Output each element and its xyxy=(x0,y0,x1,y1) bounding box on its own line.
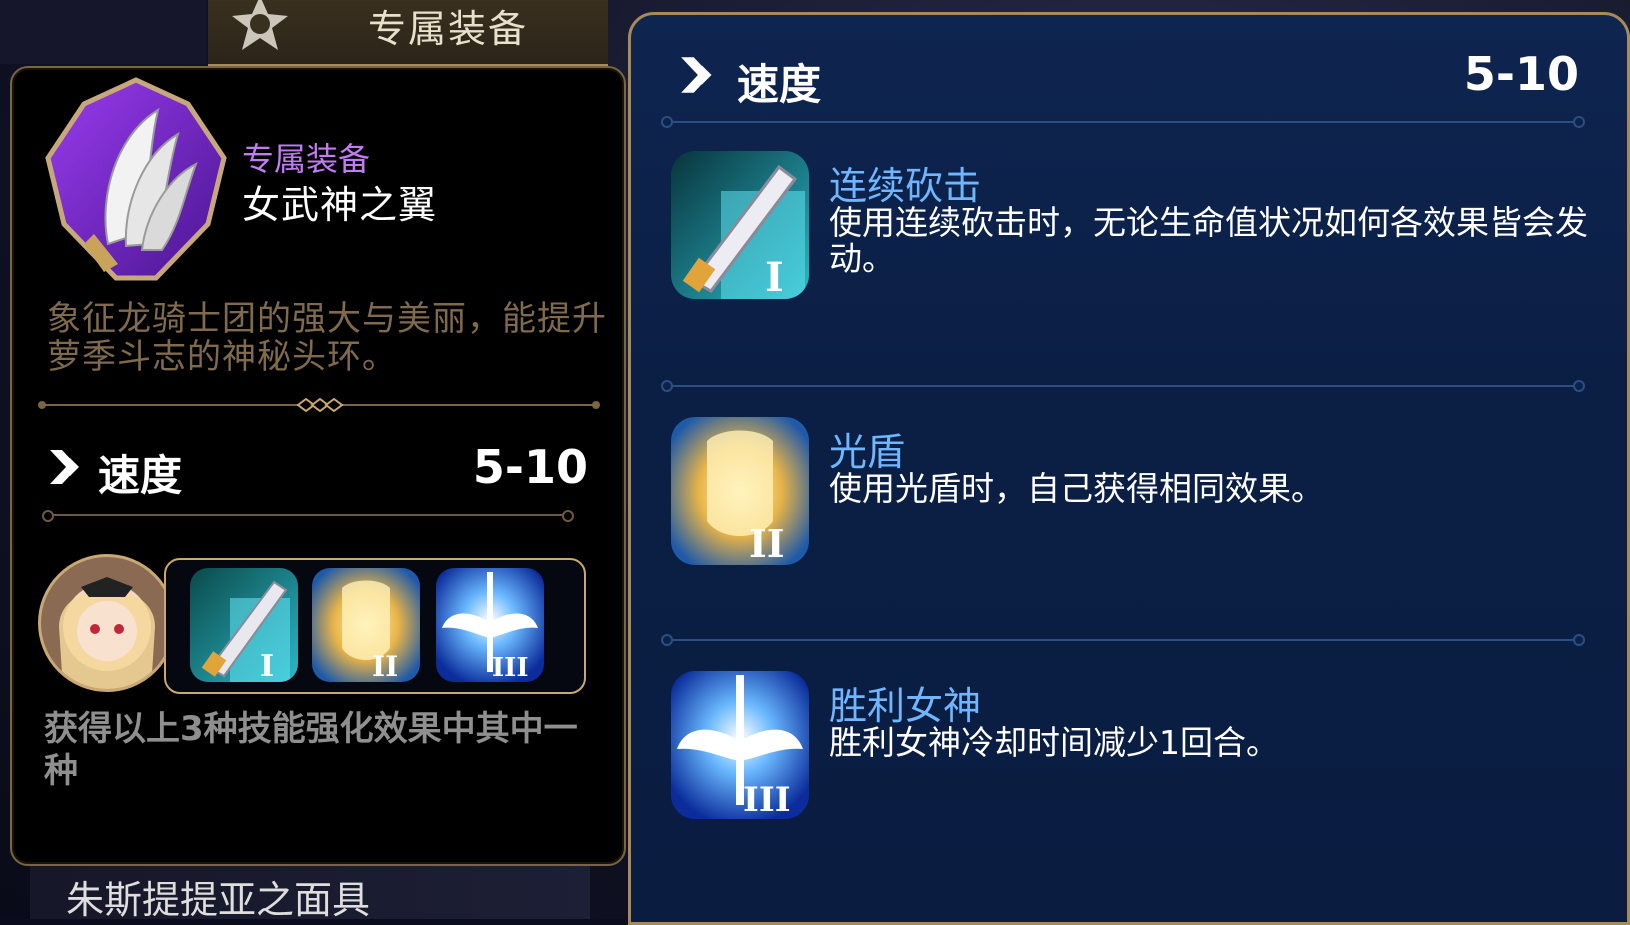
skill-description: 胜利女神冷却时间减少1回合。 xyxy=(829,723,1279,762)
divider-line xyxy=(661,634,1585,646)
stat-value: 5-10 xyxy=(1463,47,1579,101)
character-avatar xyxy=(38,554,176,692)
skill-description: 使用连续砍击时，无论生命值状况如何各效果皆会发动。 xyxy=(829,203,1588,278)
list-item-justitia-mask[interactable]: 朱斯提提亚之面具 xyxy=(30,865,590,922)
list-item-label: 朱斯提提亚之面具 xyxy=(66,878,371,922)
svg-text:II: II xyxy=(372,650,398,682)
skill-name: 连续砍击 xyxy=(829,164,982,208)
stat-value: 5-10 xyxy=(472,440,588,494)
skill-options-frame: I II III xyxy=(164,558,586,694)
skill-row: II 光盾 使用光盾时，自己获得相同效果。 xyxy=(671,417,1591,567)
sword-skill-icon[interactable]: I xyxy=(671,151,809,299)
skill-description: 使用光盾时，自己获得相同效果。 xyxy=(829,469,1324,508)
double-chevron-icon xyxy=(681,57,712,93)
divider-line xyxy=(42,510,574,522)
svg-text:III: III xyxy=(743,780,791,819)
skill-name: 胜利女神 xyxy=(829,684,982,728)
svg-text:III: III xyxy=(492,653,529,682)
svg-text:I: I xyxy=(260,649,274,682)
divider-line xyxy=(661,380,1585,392)
equipment-description: 象征龙骑士团的强大与美丽，能提升萝季斗志的神秘头环。 xyxy=(47,299,607,377)
stat-label: 速度 xyxy=(98,451,183,500)
light-shield-skill-icon[interactable]: II xyxy=(671,417,809,565)
divider-line xyxy=(661,116,1585,128)
skill-detail-panel: 速度 5-10 I 连续砍击 使用连续砍击时，无论生命值状况如何各效果皆会发动。 xyxy=(628,12,1630,925)
valkyrie-wing-icon xyxy=(45,77,227,281)
stat-label: 速度 xyxy=(737,60,822,109)
character-portrait xyxy=(41,557,173,689)
speed-stat-header: 速度 5-10 xyxy=(679,43,1579,113)
sword-skill-icon[interactable]: I xyxy=(190,568,298,682)
background-strip xyxy=(0,0,206,64)
skill-name: 光盾 xyxy=(829,430,906,474)
svg-text:I: I xyxy=(765,254,784,299)
victory-goddess-skill-icon[interactable]: III xyxy=(436,568,544,682)
double-chevron-icon xyxy=(50,450,79,484)
ornament-divider xyxy=(38,398,600,412)
tab-label: 专属装备 xyxy=(368,7,529,51)
light-shield-skill-icon[interactable]: II xyxy=(312,568,420,682)
svg-text:II: II xyxy=(749,521,785,565)
equipment-name: 女武神之翼 xyxy=(242,183,438,227)
skill-summary-text: 获得以上3种技能强化效果中其中一种 xyxy=(44,709,578,791)
speed-stat-row: 速度 5-10 xyxy=(48,438,588,500)
equipment-detail-card: 专属装备 女武神之翼 象征龙骑士团的强大与美丽，能提升萝季斗志的神秘头环。 速度… xyxy=(10,66,626,866)
crest-icon xyxy=(232,0,288,50)
victory-goddess-skill-icon[interactable]: III xyxy=(671,671,809,819)
tab-exclusive-equipment[interactable]: 专属装备 xyxy=(208,0,608,66)
skill-row: I 连续砍击 使用连续砍击时，无论生命值状况如何各效果皆会发动。 xyxy=(671,151,1591,301)
skill-row: III 胜利女神 胜利女神冷却时间减少1回合。 xyxy=(671,671,1591,821)
